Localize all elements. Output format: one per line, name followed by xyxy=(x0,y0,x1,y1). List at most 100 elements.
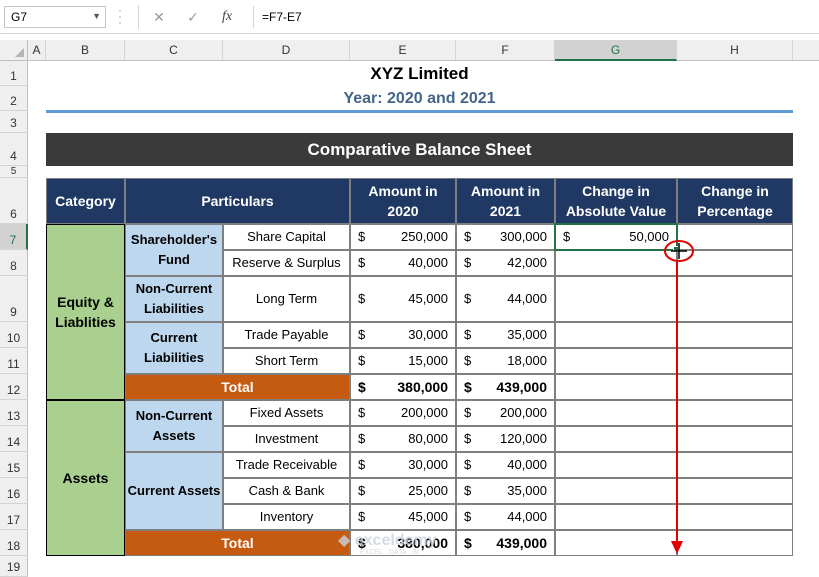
group-current-assets[interactable]: Current Assets xyxy=(125,452,223,530)
row-header-4[interactable]: 4 xyxy=(0,133,28,166)
amount-2021-cell[interactable]: $120,000 xyxy=(456,426,555,452)
group-shareholders-fund[interactable]: Shareholder's Fund xyxy=(125,224,223,276)
amount-2020-cell[interactable]: $200,000 xyxy=(350,400,456,426)
row-header-13[interactable]: 13 xyxy=(0,400,28,426)
amount-2020-cell[interactable]: $40,000 xyxy=(350,250,456,276)
amount-2021-cell[interactable]: $40,000 xyxy=(456,452,555,478)
amount-2021-cell[interactable]: $35,000 xyxy=(456,322,555,348)
column-header-e[interactable]: E xyxy=(350,40,456,61)
item-name[interactable]: Long Term xyxy=(223,276,350,322)
change-percentage-cell[interactable] xyxy=(677,276,793,322)
category-equity-liabilities[interactable]: Equity & Liablities xyxy=(46,224,125,400)
column-header-d[interactable]: D xyxy=(223,40,350,61)
change-absolute-cell[interactable] xyxy=(555,452,677,478)
item-name[interactable]: Cash & Bank xyxy=(223,478,350,504)
row-header-14[interactable]: 14 xyxy=(0,426,28,452)
row-header-2[interactable]: 2 xyxy=(0,86,28,111)
change-absolute-cell[interactable] xyxy=(555,478,677,504)
row-header-18[interactable]: 18 xyxy=(0,530,28,556)
chevron-down-icon[interactable]: ▼ xyxy=(92,11,101,21)
row-header-19[interactable]: 19 xyxy=(0,556,28,577)
category-assets[interactable]: Assets xyxy=(46,400,125,556)
change-absolute-cell[interactable] xyxy=(555,322,677,348)
item-name[interactable]: Inventory xyxy=(223,504,350,530)
change-percentage-cell[interactable] xyxy=(677,504,793,530)
row-header-9[interactable]: 9 xyxy=(0,276,28,322)
amount-2021-cell[interactable]: $35,000 xyxy=(456,478,555,504)
total-label[interactable]: Total xyxy=(125,374,350,400)
amount-2020-cell[interactable]: $45,000 xyxy=(350,504,456,530)
name-box[interactable]: G7 ▼ xyxy=(4,6,106,28)
select-all-corner[interactable] xyxy=(0,40,28,61)
header-amount-2020[interactable]: Amount in 2020 xyxy=(350,178,456,224)
column-header-i[interactable] xyxy=(793,40,819,61)
amount-2020-cell[interactable]: $80,000 xyxy=(350,426,456,452)
amount-2021-cell[interactable]: $44,000 xyxy=(456,504,555,530)
change-absolute-cell[interactable] xyxy=(555,426,677,452)
column-header-a[interactable]: A xyxy=(28,40,46,61)
row-header-16[interactable]: 16 xyxy=(0,478,28,504)
change-percentage-cell[interactable] xyxy=(677,224,793,250)
header-change-absolute[interactable]: Change in Absolute Value xyxy=(555,178,677,224)
cancel-icon[interactable]: ✕ xyxy=(148,6,170,28)
column-header-h[interactable]: H xyxy=(677,40,793,61)
amount-2020-cell[interactable]: $15,000 xyxy=(350,348,456,374)
row-header-8[interactable]: 8 xyxy=(0,250,28,276)
change-absolute-cell[interactable] xyxy=(555,348,677,374)
change-absolute-cell[interactable] xyxy=(555,504,677,530)
item-name[interactable]: Reserve & Surplus xyxy=(223,250,350,276)
amount-2020-cell[interactable]: $30,000 xyxy=(350,322,456,348)
change-percentage-cell[interactable] xyxy=(677,426,793,452)
item-name[interactable]: Trade Payable xyxy=(223,322,350,348)
column-header-b[interactable]: B xyxy=(46,40,125,61)
amount-2020-cell[interactable]: $30,000 xyxy=(350,452,456,478)
change-percentage-cell[interactable] xyxy=(677,250,793,276)
amount-2021-cell[interactable]: $18,000 xyxy=(456,348,555,374)
row-header-11[interactable]: 11 xyxy=(0,348,28,374)
row-header-10[interactable]: 10 xyxy=(0,322,28,348)
header-particulars[interactable]: Particulars xyxy=(125,178,350,224)
amount-2020-cell[interactable]: $250,000 xyxy=(350,224,456,250)
change-percentage-cell[interactable] xyxy=(677,452,793,478)
amount-2021-cell[interactable]: $42,000 xyxy=(456,250,555,276)
enter-icon[interactable]: ✓ xyxy=(182,6,204,28)
total-2021-cell[interactable]: $439,000 xyxy=(456,530,555,556)
row-header-3[interactable]: 3 xyxy=(0,111,28,133)
amount-2020-cell[interactable]: $25,000 xyxy=(350,478,456,504)
column-header-c[interactable]: C xyxy=(125,40,223,61)
column-header-g[interactable]: G xyxy=(555,40,677,61)
change-percentage-cell[interactable] xyxy=(677,530,793,556)
change-absolute-cell[interactable] xyxy=(555,530,677,556)
header-category[interactable]: Category xyxy=(46,178,125,224)
amount-2021-cell[interactable]: $44,000 xyxy=(456,276,555,322)
change-absolute-cell[interactable] xyxy=(555,374,677,400)
total-2020-cell[interactable]: $380,000 xyxy=(350,374,456,400)
fill-handle[interactable] xyxy=(673,246,679,252)
header-change-percentage[interactable]: Change in Percentage xyxy=(677,178,793,224)
item-name[interactable]: Short Term xyxy=(223,348,350,374)
change-absolute-cell[interactable] xyxy=(555,400,677,426)
change-percentage-cell[interactable] xyxy=(677,400,793,426)
total-2021-cell[interactable]: $439,000 xyxy=(456,374,555,400)
item-name[interactable]: Investment xyxy=(223,426,350,452)
row-header-7[interactable]: 7 xyxy=(0,224,28,250)
row-header-17[interactable]: 17 xyxy=(0,504,28,530)
item-name[interactable]: Share Capital xyxy=(223,224,350,250)
formula-input[interactable]: =F7-E7 xyxy=(253,6,813,28)
group-non-current-assets[interactable]: Non-Current Assets xyxy=(125,400,223,452)
amount-2020-cell[interactable]: $45,000 xyxy=(350,276,456,322)
row-header-5[interactable]: 5 xyxy=(0,166,28,178)
insert-function-icon[interactable]: fx xyxy=(216,6,238,28)
change-absolute-cell[interactable] xyxy=(555,276,677,322)
change-percentage-cell[interactable] xyxy=(677,322,793,348)
total-label[interactable]: Total xyxy=(125,530,350,556)
row-header-1[interactable]: 1 xyxy=(0,61,28,86)
row-header-6[interactable]: 6 xyxy=(0,178,28,224)
row-header-15[interactable]: 15 xyxy=(0,452,28,478)
change-percentage-cell[interactable] xyxy=(677,374,793,400)
change-percentage-cell[interactable] xyxy=(677,478,793,504)
group-current-liabilities[interactable]: Current Liabilities xyxy=(125,322,223,374)
row-header-12[interactable]: 12 xyxy=(0,374,28,400)
change-percentage-cell[interactable] xyxy=(677,348,793,374)
amount-2021-cell[interactable]: $300,000 xyxy=(456,224,555,250)
